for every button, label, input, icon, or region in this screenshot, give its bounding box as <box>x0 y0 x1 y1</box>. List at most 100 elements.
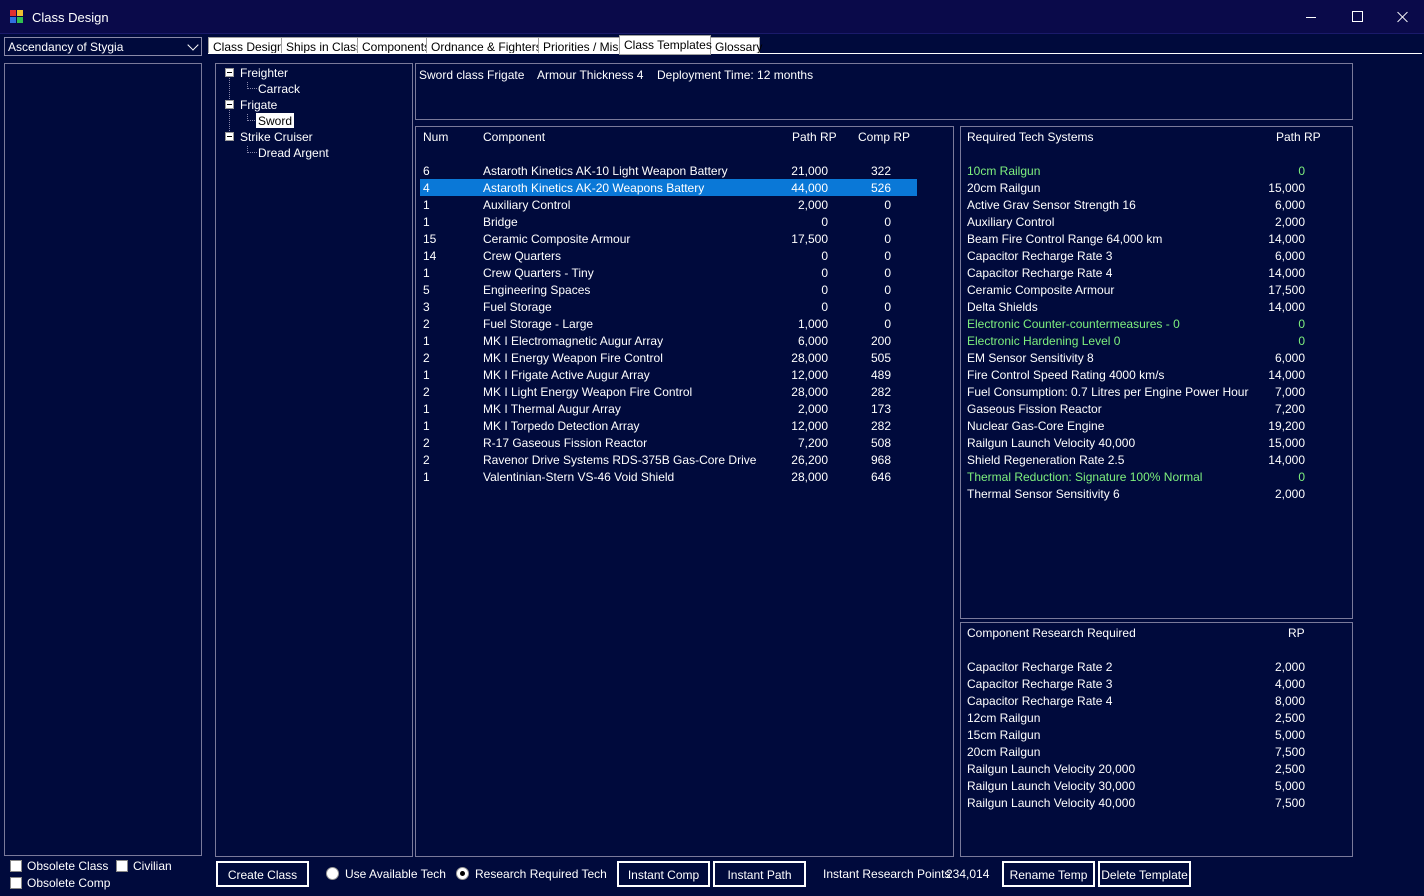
tab-class-templates[interactable]: Class Templates <box>619 35 712 55</box>
collapse-icon[interactable] <box>225 100 234 109</box>
template-tree[interactable]: Freighter Carrack Frigate Sword Strike C… <box>215 63 413 857</box>
table-row[interactable]: 1 Bridge 0 0 <box>420 213 917 230</box>
list-item[interactable]: Beam Fire Control Range 64,000 km 14,000 <box>965 230 1345 247</box>
list-item[interactable]: Gaseous Fission Reactor 7,200 <box>965 400 1345 417</box>
list-item[interactable]: Electronic Hardening Level 0 0 <box>965 332 1345 349</box>
list-item[interactable]: Nuclear Gas-Core Engine 19,200 <box>965 417 1345 434</box>
close-icon[interactable] <box>1380 0 1424 34</box>
instant-path-button[interactable]: Instant Path <box>713 861 806 887</box>
table-row[interactable]: 1 Auxiliary Control 2,000 0 <box>420 196 917 213</box>
table-row[interactable]: 1 Crew Quarters - Tiny 0 0 <box>420 264 917 281</box>
list-item[interactable]: 20cm Railgun 15,000 <box>965 179 1345 196</box>
component-comp-rp: 173 <box>870 402 891 416</box>
rename-template-button[interactable]: Rename Temp <box>1002 861 1095 887</box>
list-item[interactable]: Railgun Launch Velocity 40,000 7,500 <box>965 794 1345 811</box>
list-item[interactable]: 20cm Railgun 7,500 <box>965 743 1345 760</box>
table-row[interactable]: 1 MK I Frigate Active Augur Array 12,000 48… <box>420 366 917 383</box>
col-tech-name[interactable]: Required Tech Systems <box>967 130 1094 144</box>
tab-class-design[interactable]: Class Design <box>208 37 284 54</box>
tree-group-freighter[interactable]: Freighter <box>240 66 288 80</box>
tree-item-sword[interactable]: Sword <box>256 113 295 128</box>
table-row[interactable]: 14 Crew Quarters 0 0 <box>420 247 917 264</box>
list-item[interactable]: Shield Regeneration Rate 2.5 14,000 <box>965 451 1345 468</box>
research-rp: 7,500 <box>1274 745 1305 759</box>
list-item[interactable]: Active Grav Sensor Strength 16 6,000 <box>965 196 1345 213</box>
tech-name: Ceramic Composite Armour <box>967 283 1115 297</box>
table-row[interactable]: 3 Fuel Storage 0 0 <box>420 298 917 315</box>
minimize-icon[interactable] <box>1288 0 1334 34</box>
maximize-icon[interactable] <box>1334 0 1380 34</box>
list-item[interactable]: Ceramic Composite Armour 17,500 <box>965 281 1345 298</box>
tree-group-strike-cruiser[interactable]: Strike Cruiser <box>240 130 313 144</box>
tree-item-dread-argent[interactable]: Dread Argent <box>258 146 329 160</box>
tab-glossary[interactable]: Glossary <box>710 37 762 54</box>
delete-template-button[interactable]: Delete Template <box>1098 861 1191 887</box>
list-item[interactable]: Fire Control Speed Rating 4000 km/s 14,00… <box>965 366 1345 383</box>
list-item[interactable]: Capacitor Recharge Rate 3 6,000 <box>965 247 1345 264</box>
table-row[interactable]: 2 R-17 Gaseous Fission Reactor 7,200 508 <box>420 434 917 451</box>
race-select[interactable]: Ascendancy of Stygia <box>4 37 202 56</box>
table-row[interactable]: 2 MK I Light Energy Weapon Fire Control 28… <box>420 383 917 400</box>
components-list[interactable]: Num Component Path RP Comp RP 6 Astaroth … <box>415 126 954 857</box>
research-rp: 5,000 <box>1274 779 1305 793</box>
col-path-rp[interactable]: Path RP <box>792 130 837 144</box>
list-item[interactable]: Railgun Launch Velocity 40,000 15,000 <box>965 434 1345 451</box>
component-comp-rp: 968 <box>870 453 891 467</box>
list-item[interactable]: 12cm Railgun 2,500 <box>965 709 1345 726</box>
table-row[interactable]: 6 Astaroth Kinetics AK-10 Light Weapon Ba… <box>420 162 917 179</box>
tree-group-frigate[interactable]: Frigate <box>240 98 277 112</box>
list-item[interactable]: Capacitor Recharge Rate 3 4,000 <box>965 675 1345 692</box>
collapse-icon[interactable] <box>225 132 234 141</box>
tab-components[interactable]: Components <box>357 37 430 54</box>
use-available-tech-radio[interactable] <box>326 867 339 880</box>
create-class-button[interactable]: Create Class <box>216 861 309 887</box>
table-row[interactable]: 1 MK I Torpedo Detection Array 12,000 282 <box>420 417 917 434</box>
list-item[interactable]: Railgun Launch Velocity 20,000 2,500 <box>965 760 1345 777</box>
research-name: Capacitor Recharge Rate 2 <box>967 660 1113 674</box>
table-row[interactable]: 2 Ravenor Drive Systems RDS-375B Gas-Core… <box>420 451 917 468</box>
component-num: 1 <box>423 334 430 348</box>
instant-comp-button[interactable]: Instant Comp <box>617 861 710 887</box>
required-tech-list[interactable]: Required Tech Systems Path RP 10cm Railg… <box>960 126 1353 619</box>
list-item[interactable]: 10cm Railgun 0 <box>965 162 1345 179</box>
col-research-rp[interactable]: RP <box>1288 626 1305 640</box>
list-item[interactable]: Auxiliary Control 2,000 <box>965 213 1345 230</box>
tech-path-rp: 0 <box>1298 470 1305 484</box>
col-research-name[interactable]: Component Research Required <box>967 626 1136 640</box>
table-row[interactable]: 1 MK I Thermal Augur Array 2,000 173 <box>420 400 917 417</box>
col-component[interactable]: Component <box>483 130 545 144</box>
tab-ordnance-fighters[interactable]: Ordnance & Fighters <box>426 37 542 54</box>
tree-item-carrack[interactable]: Carrack <box>258 82 300 96</box>
tab-ships-in-class[interactable]: Ships in Class <box>281 37 362 54</box>
obsolete-class-checkbox[interactable] <box>10 860 22 872</box>
list-item[interactable]: Capacitor Recharge Rate 2 2,000 <box>965 658 1345 675</box>
list-item[interactable]: Delta Shields 14,000 <box>965 298 1345 315</box>
obsolete-comp-checkbox[interactable] <box>10 877 22 889</box>
list-item[interactable]: Capacitor Recharge Rate 4 8,000 <box>965 692 1345 709</box>
col-num[interactable]: Num <box>423 130 448 144</box>
table-row[interactable]: 4 Astaroth Kinetics AK-20 Weapons Battery… <box>420 179 917 196</box>
component-num: 6 <box>423 164 430 178</box>
list-item[interactable]: Railgun Launch Velocity 30,000 5,000 <box>965 777 1345 794</box>
table-row[interactable]: 2 MK I Energy Weapon Fire Control 28,000 50… <box>420 349 917 366</box>
list-item[interactable]: Thermal Sensor Sensitivity 6 2,000 <box>965 485 1345 502</box>
tab-priorities-misc[interactable]: Priorities / Misc <box>538 37 624 54</box>
list-item[interactable]: EM Sensor Sensitivity 8 6,000 <box>965 349 1345 366</box>
component-research-list[interactable]: Component Research Required RP Capacitor… <box>960 622 1353 857</box>
list-item[interactable]: Electronic Counter-countermeasures - 0 0 <box>965 315 1345 332</box>
list-item[interactable]: Capacitor Recharge Rate 4 14,000 <box>965 264 1345 281</box>
list-item[interactable]: Fuel Consumption: 0.7 Litres per Engine … <box>965 383 1345 400</box>
table-row[interactable]: 2 Fuel Storage - Large 1,000 0 <box>420 315 917 332</box>
class-list[interactable] <box>4 63 202 856</box>
table-row[interactable]: 15 Ceramic Composite Armour 17,500 0 <box>420 230 917 247</box>
civilian-checkbox[interactable] <box>116 860 128 872</box>
list-item[interactable]: Thermal Reduction: Signature 100% Normal… <box>965 468 1345 485</box>
collapse-icon[interactable] <box>225 68 234 77</box>
col-comp-rp[interactable]: Comp RP <box>858 130 910 144</box>
research-required-tech-radio[interactable] <box>456 867 469 880</box>
table-row[interactable]: 1 MK I Electromagnetic Augur Array 6,000 20… <box>420 332 917 349</box>
table-row[interactable]: 5 Engineering Spaces 0 0 <box>420 281 917 298</box>
col-tech-path-rp[interactable]: Path RP <box>1276 130 1321 144</box>
list-item[interactable]: 15cm Railgun 5,000 <box>965 726 1345 743</box>
table-row[interactable]: 1 Valentinian-Stern VS-46 Void Shield 28,0… <box>420 468 917 485</box>
